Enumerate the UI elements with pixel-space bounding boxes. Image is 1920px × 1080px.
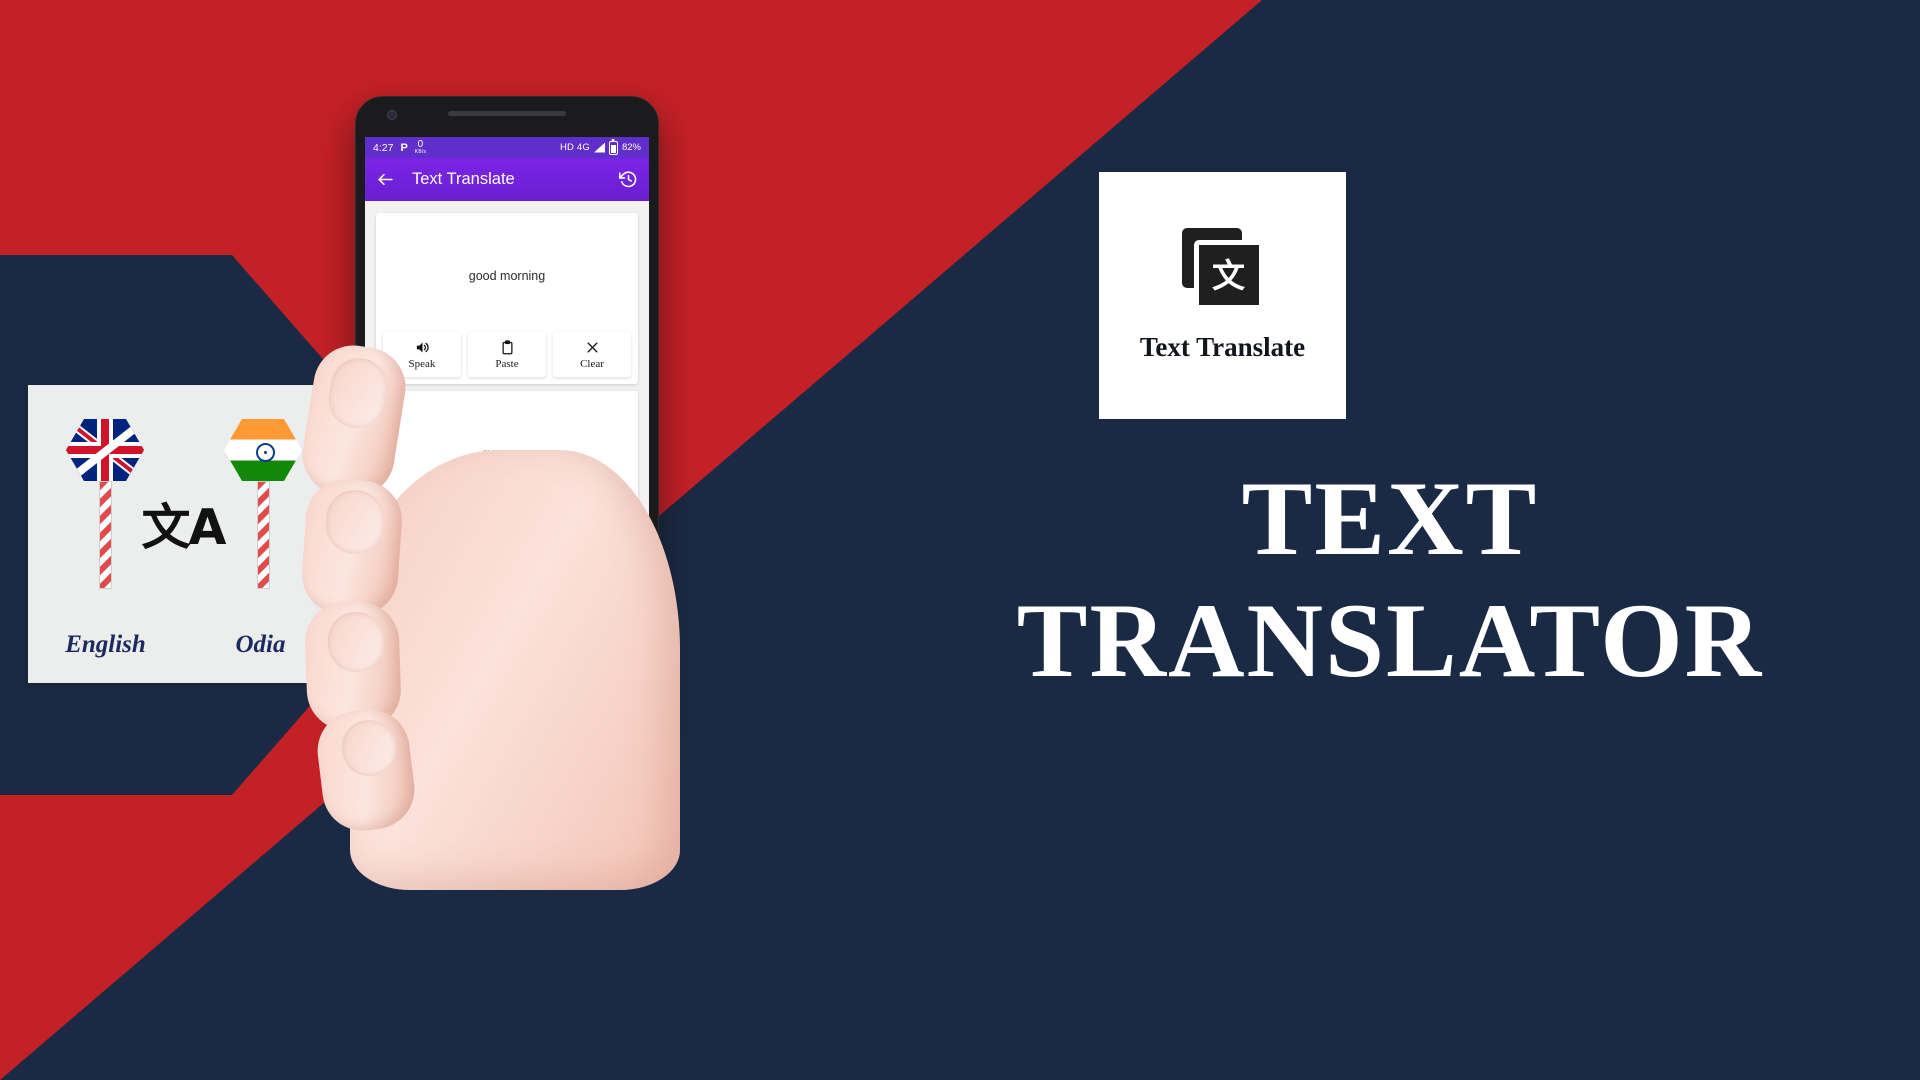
target-share-button[interactable]: Share (553, 510, 631, 555)
screen-content: good morning Speak Paste Clear ଶୁଭ ସକାଳ … (365, 201, 649, 705)
source-button-row: Speak Paste Clear (383, 332, 631, 384)
status-time: 4:27 (373, 141, 394, 154)
network-type-label: HD 4G (559, 142, 590, 153)
target-language-button[interactable]: Odia (532, 573, 638, 606)
status-right-group: HD 4G 82% (559, 140, 641, 155)
flag-label-source: English (65, 631, 146, 658)
source-language-button[interactable]: English (376, 573, 482, 606)
app-icon-card: G 文 Text Translate (1099, 172, 1346, 419)
earpiece-speaker (448, 111, 566, 116)
target-speak-label: Speak (408, 535, 436, 548)
network-speed-indicator: 0 KB/s (415, 140, 426, 155)
phone-mockup: 4:27 P 0 KB/s HD 4G 82% Text Translate g… (355, 96, 659, 746)
union-jack-flag-icon (66, 419, 144, 481)
app-bar: Text Translate (365, 158, 649, 201)
speaker-icon (415, 518, 430, 533)
source-text: good morning (468, 269, 546, 283)
signal-bars-icon (593, 142, 605, 153)
target-panel: ଶୁଭ ସକାଳ Speak Copy Share (376, 391, 638, 562)
target-speak-button[interactable]: Speak (383, 510, 461, 555)
battery-percent: 82% (621, 142, 641, 153)
close-x-icon (585, 340, 600, 355)
language-selector-row: English Odia (376, 573, 638, 606)
google-translate-icon: G 文 (1181, 228, 1264, 310)
language-pair-card: 文A English Odia (28, 385, 338, 683)
app-bar-title: Text Translate (412, 170, 515, 188)
source-paste-label: Paste (495, 357, 519, 370)
target-copy-label: Copy (495, 535, 519, 548)
clipboard-icon (500, 339, 515, 355)
network-speed-unit: KB/s (414, 149, 427, 155)
front-camera-icon (387, 110, 397, 120)
source-text-area[interactable]: good morning (383, 220, 631, 332)
target-share-label: Share (579, 535, 605, 548)
source-speak-button[interactable]: Speak (383, 332, 461, 377)
share-icon (585, 518, 600, 533)
status-bar: 4:27 P 0 KB/s HD 4G 82% (365, 137, 649, 158)
battery-icon (608, 140, 618, 155)
back-arrow-icon[interactable] (376, 170, 395, 189)
source-speak-label: Speak (408, 357, 436, 370)
target-button-row: Speak Copy Share (383, 510, 631, 562)
translate-button[interactable]: Translate (376, 623, 638, 669)
source-paste-button[interactable]: Paste (468, 332, 546, 377)
flag-illustration: 文A (28, 385, 338, 595)
data-saver-icon: P (400, 141, 408, 154)
target-text-area: ଶୁଭ ସକାଳ (383, 398, 631, 510)
source-clear-button[interactable]: Clear (553, 332, 631, 377)
flag-pole-right (257, 481, 270, 589)
app-icon-label: Text Translate (1139, 332, 1306, 362)
headline-line-1: TEXT (1241, 460, 1539, 577)
speaker-icon (415, 340, 430, 355)
target-text: ଶୁଭ ସକାଳ (480, 446, 534, 461)
app-icon-front-letter: 文 (1212, 255, 1245, 295)
india-flag-icon (224, 419, 302, 481)
headline-line-2: TRANSLATOR (1016, 582, 1764, 700)
swap-arrows-icon[interactable] (490, 578, 524, 601)
history-icon[interactable] (619, 170, 638, 189)
phone-screen: 4:27 P 0 KB/s HD 4G 82% Text Translate g… (365, 137, 649, 705)
flag-label-target: Odia (235, 631, 286, 658)
promo-banner: 文A English Odia 4:27 P 0 KB/s HD 4G 82% … (0, 0, 1920, 1080)
bottom-speaker (464, 725, 550, 729)
source-panel: good morning Speak Paste Clear (376, 213, 638, 384)
target-copy-button[interactable]: Copy (468, 510, 546, 555)
translate-glyph-icon: 文A (141, 499, 227, 556)
flag-pole-left (99, 481, 112, 589)
source-clear-label: Clear (580, 357, 604, 370)
flag-labels: English Odia (28, 631, 338, 659)
headline: TEXT TRANSLATOR (930, 460, 1850, 700)
copy-icon (500, 518, 515, 533)
